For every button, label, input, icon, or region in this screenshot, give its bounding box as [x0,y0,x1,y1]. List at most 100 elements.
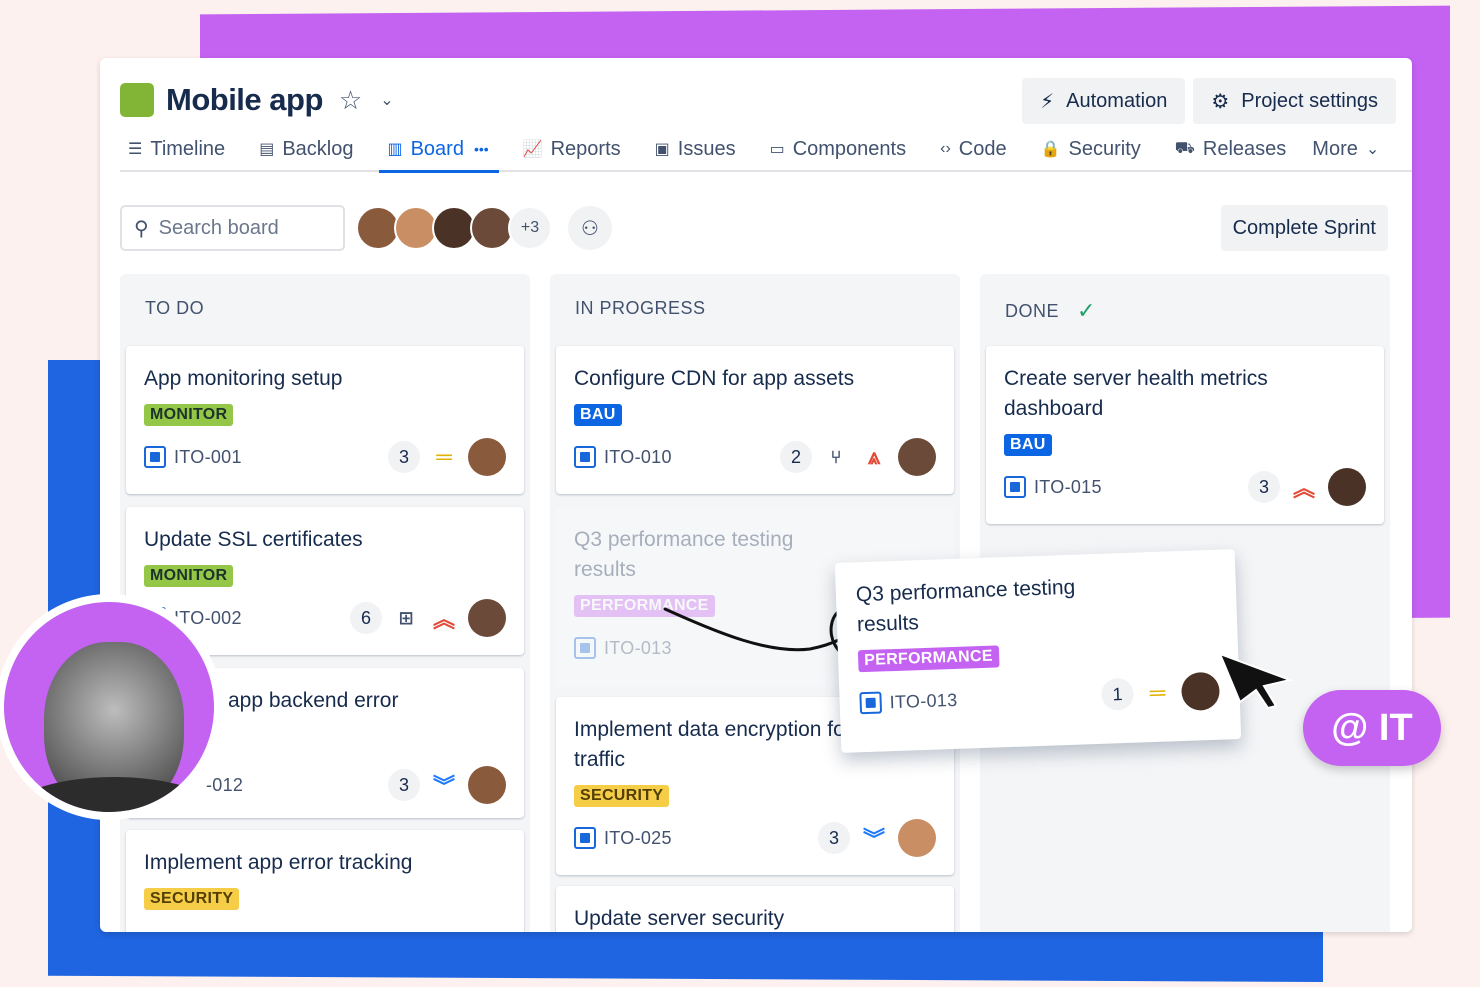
jira-board-window: Mobile app ☆ ⌄ ⚡ Automation ⚙ Project se… [100,58,1412,932]
story-points: 2 [780,441,812,473]
card-title: Update SSL certificates [144,528,363,551]
person-photo [0,594,222,820]
project-title: Mobile app [166,82,323,117]
card-meta: 3 ︾ [388,766,506,804]
card-meta: 3 ︾ [818,819,936,857]
issue-key: ITO-025 [604,827,672,848]
team-avatars: +3 [356,206,552,250]
timeline-icon: ☰ [128,141,143,158]
card-meta: 2 ⑂ ⩓ [780,438,936,476]
chevron-down-icon: ⌄ [1365,141,1380,158]
task-icon [574,827,596,849]
issue-key: ITO-001 [174,446,242,467]
story-points: 3 [388,441,420,473]
search-board-input[interactable]: ⚲ Search board [120,205,345,251]
card-tag: MONITOR [144,404,234,426]
tab-reports[interactable]: 📈 Reports [515,127,621,171]
tab-label: Releases [1202,137,1287,160]
card-title: Q3 performance testing results [855,575,1076,637]
tab-label: Issues [677,137,736,160]
more-avatars-count[interactable]: +3 [508,206,552,250]
star-icon[interactable]: ☆ [339,85,362,116]
tab-code[interactable]: ‹› Code [932,127,1006,171]
priority-highest-icon: ⩓ [867,444,881,469]
issue-key: ITO-015 [1034,476,1102,497]
releases-icon: ⛟ [1174,140,1195,157]
assignee-avatar[interactable] [1180,671,1221,712]
issue-card[interactable]: Update server security [556,886,954,932]
tab-board[interactable]: ▥ Board ••• [379,127,499,173]
task-icon [574,446,596,468]
task-icon [574,637,596,659]
tab-issues[interactable]: ▣ Issues [647,127,736,171]
gear-icon: ⚙ [1211,90,1230,113]
story-points: 6 [350,602,382,634]
project-logo [120,83,154,117]
issue-card[interactable]: Create server health metrics dashboard B… [986,346,1384,524]
tab-security[interactable]: 🔒 Security [1033,127,1141,171]
tab-label: Code [958,137,1007,160]
column-title-text: DONE [1005,300,1060,321]
assignee-avatar[interactable] [898,819,936,857]
tab-releases[interactable]: ⛟ Releases [1167,127,1287,171]
board-icon: ▥ [387,141,403,158]
issue-card[interactable]: App monitoring setup MONITOR ITO-001 3 ═ [126,346,524,494]
complete-sprint-button[interactable]: Complete Sprint [1220,205,1388,251]
assignee-avatar[interactable] [1328,468,1366,506]
card-tag: PERFORMANCE [857,645,1000,673]
code-icon: ‹› [940,140,951,157]
mouse-pointer-icon [1218,652,1294,710]
issue-card[interactable]: Implement app error tracking SECURITY [126,830,524,932]
tab-label: More [1312,137,1358,160]
project-nav: ☰ Timeline ▤ Backlog ▥ Board ••• 📈 Reports ▣ I… [120,127,1412,173]
card-tag: SECURITY [574,785,670,807]
subtask-icon: ⊞ [398,607,414,628]
card-meta: 1 ═ [1101,671,1221,714]
tab-label: Backlog [282,137,354,160]
reports-icon: 📈 [522,141,543,158]
tab-backlog[interactable]: ▤ Backlog [251,127,353,171]
card-footer: ITO-013 1 ═ [859,671,1221,723]
dragged-issue-card[interactable]: Q3 performance testing results PERFORMAN… [834,549,1242,753]
tab-components[interactable]: ▭ Components [762,127,907,171]
card-tag: SECURITY [144,888,240,910]
story-points: 3 [388,769,420,801]
project-header: Mobile app ☆ ⌄ [120,82,394,118]
column-title: DONE ✓ [1005,298,1096,324]
tab-more[interactable]: More ⌄ [1312,127,1387,171]
header-actions: ⚡ Automation ⚙ Project settings [1022,78,1396,124]
story-points: 3 [1248,471,1280,503]
priority-medium-icon: ═ [436,444,452,469]
story-points: 3 [818,822,850,854]
project-settings-button[interactable]: ⚙ Project settings [1193,78,1396,124]
card-footer: ITO-015 3 ︽ [1004,468,1366,506]
backlog-icon: ▤ [259,141,275,158]
more-dots-icon[interactable]: ••• [474,141,489,157]
priority-low-icon: ︾ [432,774,455,799]
card-footer: ITO-002 6 ⊞ ︽ [144,599,506,637]
assignee-avatar[interactable] [468,599,506,637]
task-icon [144,446,166,468]
chevron-down-icon[interactable]: ⌄ [380,90,393,110]
issue-key: ITO-010 [604,446,672,467]
column-title: IN PROGRESS [575,298,706,318]
tab-label: Timeline [150,137,226,160]
automation-button[interactable]: ⚡ Automation [1022,78,1186,124]
tab-timeline[interactable]: ☰ Timeline [120,127,225,171]
card-title: App monitoring setup [144,367,343,390]
tab-label: Security [1068,137,1141,160]
card-footer: ITO-010 2 ⑂ ⩓ [574,438,936,476]
lock-icon: 🔒 [1040,141,1061,158]
assignee-avatar[interactable] [468,766,506,804]
card-tag: BAU [1004,434,1052,456]
add-person-icon[interactable]: ⚇ [568,206,612,250]
assignee-avatar[interactable] [468,438,506,476]
priority-high-icon: ︽ [1292,476,1315,501]
card-title: Q3 performance testing results [574,528,794,581]
issue-card[interactable]: Configure CDN for app assets BAU ITO-010… [556,346,954,494]
issues-icon: ▣ [654,141,670,158]
assignee-avatar[interactable] [898,438,936,476]
card-title: Create server health metrics dashboard [1004,367,1268,420]
search-icon: ⚲ [134,217,149,240]
column-title: TO DO [145,298,205,318]
